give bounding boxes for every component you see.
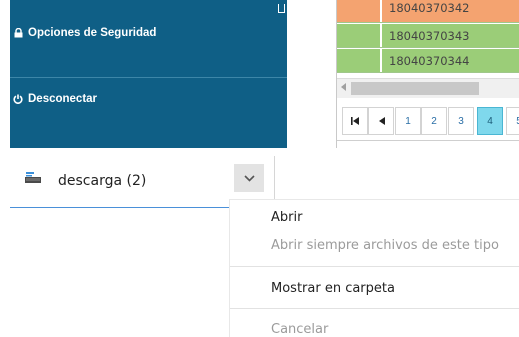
- chevron-down-icon: [243, 174, 255, 182]
- download-menu-button[interactable]: [234, 164, 264, 192]
- table-cell: 18040370344: [382, 49, 519, 72]
- page-button-1[interactable]: 1: [395, 107, 421, 135]
- sidebar-divider: [10, 77, 287, 78]
- page-button-3[interactable]: 3: [448, 107, 474, 135]
- sidebar-item-logout[interactable]: Desconectar: [10, 84, 287, 114]
- table-row[interactable]: 18040370343: [337, 24, 519, 48]
- prev-page-button[interactable]: [368, 107, 394, 135]
- sidebar-item-label: Opciones de Seguridad: [28, 27, 157, 39]
- download-context-menu: Abrir Abrir siempre archivos de este tip…: [229, 199, 519, 337]
- first-page-button[interactable]: [342, 107, 368, 135]
- sidebar-item-security-options[interactable]: Opciones de Seguridad: [10, 18, 287, 48]
- file-icon: [25, 172, 41, 183]
- data-grid: 18040370342 18040370343 18040370344 1 2 …: [336, 0, 519, 148]
- table-row[interactable]: 18040370342: [337, 0, 519, 23]
- pagination: 1 2 3 4 5: [337, 103, 519, 137]
- menu-divider: [230, 266, 519, 267]
- horizontal-scrollbar[interactable]: [337, 78, 519, 98]
- sidebar: Opciones de Seguridad Desconectar: [10, 0, 287, 148]
- menu-divider: [230, 308, 519, 309]
- menu-item-show-in-folder[interactable]: Mostrar en carpeta: [271, 281, 395, 296]
- row-gutter: [337, 49, 381, 72]
- row-gutter: [337, 24, 381, 47]
- download-file-name: descarga (2): [58, 173, 147, 189]
- table-cell: 18040370343: [382, 24, 519, 47]
- page-button-2[interactable]: 2: [421, 107, 447, 135]
- power-icon: [10, 94, 26, 104]
- prev-page-icon: [378, 117, 385, 125]
- scrollbar-thumb[interactable]: [351, 82, 479, 95]
- lock-icon: [10, 28, 26, 38]
- menu-item-cancel[interactable]: Cancelar: [271, 322, 328, 337]
- row-gutter: [337, 0, 381, 22]
- grid-border: [337, 140, 519, 141]
- first-page-icon: [351, 117, 359, 125]
- table-row[interactable]: 18040370344: [337, 49, 519, 73]
- sidebar-item-label: Desconectar: [28, 93, 98, 105]
- menu-item-open[interactable]: Abrir: [271, 210, 302, 225]
- download-bar-divider: [274, 156, 275, 200]
- scroll-left-icon[interactable]: [341, 83, 346, 91]
- page-button-5[interactable]: 5: [506, 107, 519, 135]
- table-cell: 18040370342: [382, 0, 519, 22]
- menu-item-always-open[interactable]: Abrir siempre archivos de este tipo: [271, 238, 499, 253]
- scrollbar-edge: [278, 4, 285, 13]
- page-button-4-current[interactable]: 4: [477, 107, 503, 135]
